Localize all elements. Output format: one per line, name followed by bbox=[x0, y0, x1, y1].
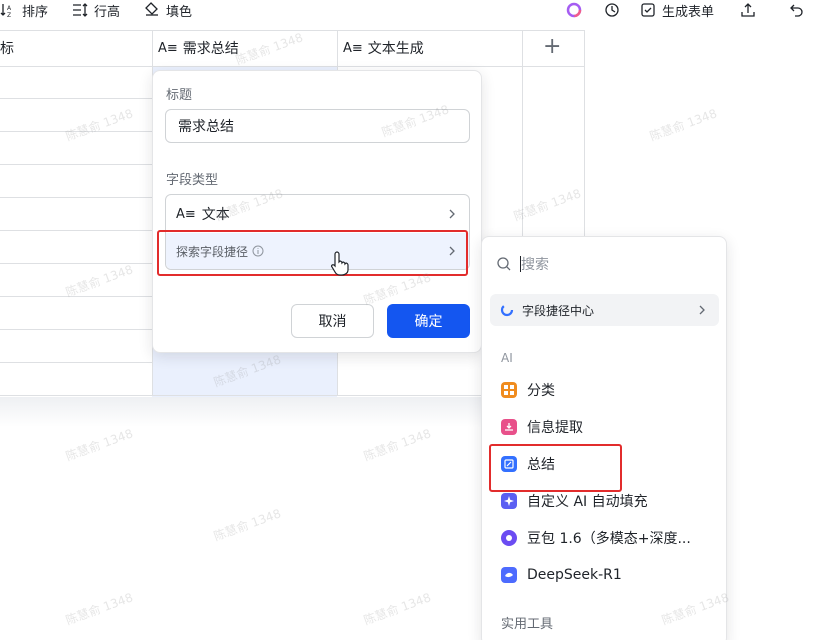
shortcut-center-link[interactable]: 字段捷径中心 bbox=[490, 294, 719, 326]
undo-icon[interactable] bbox=[789, 0, 805, 20]
hand-cursor-icon bbox=[331, 251, 349, 276]
text-field-icon: A≡ bbox=[158, 40, 178, 56]
chevron-right-icon bbox=[449, 209, 455, 219]
watermark: 陈慧俞 1348 bbox=[211, 506, 283, 544]
menu-item-doubao[interactable]: 豆包 1.6（多模态+深度... bbox=[501, 525, 691, 551]
chevron-right-icon bbox=[699, 305, 705, 315]
field-type-option-text[interactable]: A≡ 文本 bbox=[166, 195, 469, 233]
doubao-icon bbox=[501, 530, 517, 546]
deepseek-icon bbox=[501, 567, 517, 583]
watermark: 陈慧俞 1348 bbox=[63, 426, 135, 464]
menu-item-extract[interactable]: 信息提取 bbox=[501, 414, 583, 440]
field-shortcut-menu: 搜索 字段捷径中心 AI 分类 信息提取 总结 自定义 AI 自动填充 豆包 1… bbox=[481, 236, 727, 640]
share-icon[interactable] bbox=[740, 0, 756, 20]
fill-color-button[interactable]: 填色 bbox=[144, 0, 192, 20]
confirm-button[interactable]: 确定 bbox=[387, 304, 470, 338]
ai-assistant-icon[interactable] bbox=[566, 0, 582, 20]
column-header-summary[interactable]: A≡ 需求总结 bbox=[158, 30, 239, 66]
watermark: 陈慧俞 1348 bbox=[361, 426, 433, 464]
generate-form-button[interactable]: 生成表单 bbox=[640, 0, 714, 20]
grid-icon bbox=[501, 382, 517, 398]
text-field-icon: A≡ bbox=[176, 206, 196, 222]
add-column-button[interactable]: + bbox=[543, 36, 561, 58]
search-icon bbox=[497, 257, 511, 271]
history-icon[interactable] bbox=[604, 0, 620, 20]
shortcut-center-icon bbox=[500, 303, 514, 317]
search-input[interactable]: 搜索 bbox=[496, 251, 716, 277]
watermark: 陈慧俞 1348 bbox=[63, 590, 135, 628]
title-input[interactable]: 需求总结 bbox=[165, 109, 470, 143]
row-height-button[interactable]: 行高 bbox=[72, 0, 120, 20]
toolbar: AZ 排序 行高 填色 生成表单 bbox=[0, 0, 822, 22]
cancel-button[interactable]: 取消 bbox=[291, 304, 374, 338]
column-header-text-gen[interactable]: A≡ 文本生成 bbox=[343, 30, 424, 66]
section-tools-label: 实用工具 bbox=[501, 617, 554, 632]
section-ai-label: AI bbox=[501, 351, 513, 365]
menu-item-deepseek[interactable]: DeepSeek-R1 bbox=[501, 562, 622, 588]
watermark: 陈慧俞 1348 bbox=[647, 106, 719, 144]
highlight-box-explore bbox=[157, 230, 468, 276]
watermark: 陈慧俞 1348 bbox=[361, 590, 433, 628]
sort-icon: AZ bbox=[0, 2, 16, 18]
svg-text:Z: Z bbox=[7, 12, 11, 18]
field-editor-popover: 标题 需求总结 字段类型 A≡ 文本 探索字段捷径 取消 确定 bbox=[152, 70, 482, 353]
sort-button[interactable]: AZ 排序 bbox=[0, 0, 48, 20]
text-field-icon: A≡ bbox=[343, 40, 363, 56]
column-header-goal[interactable]: 目标 bbox=[0, 30, 14, 66]
extract-icon bbox=[501, 419, 517, 435]
sparkle-icon bbox=[501, 493, 517, 509]
svg-text:A: A bbox=[7, 5, 12, 12]
highlight-box-summary bbox=[489, 444, 622, 492]
form-icon bbox=[640, 2, 656, 18]
title-label: 标题 bbox=[166, 88, 193, 103]
menu-item-classify[interactable]: 分类 bbox=[501, 377, 555, 403]
field-type-label: 字段类型 bbox=[166, 173, 219, 188]
paint-bucket-icon bbox=[144, 2, 160, 18]
row-height-icon bbox=[72, 2, 88, 18]
